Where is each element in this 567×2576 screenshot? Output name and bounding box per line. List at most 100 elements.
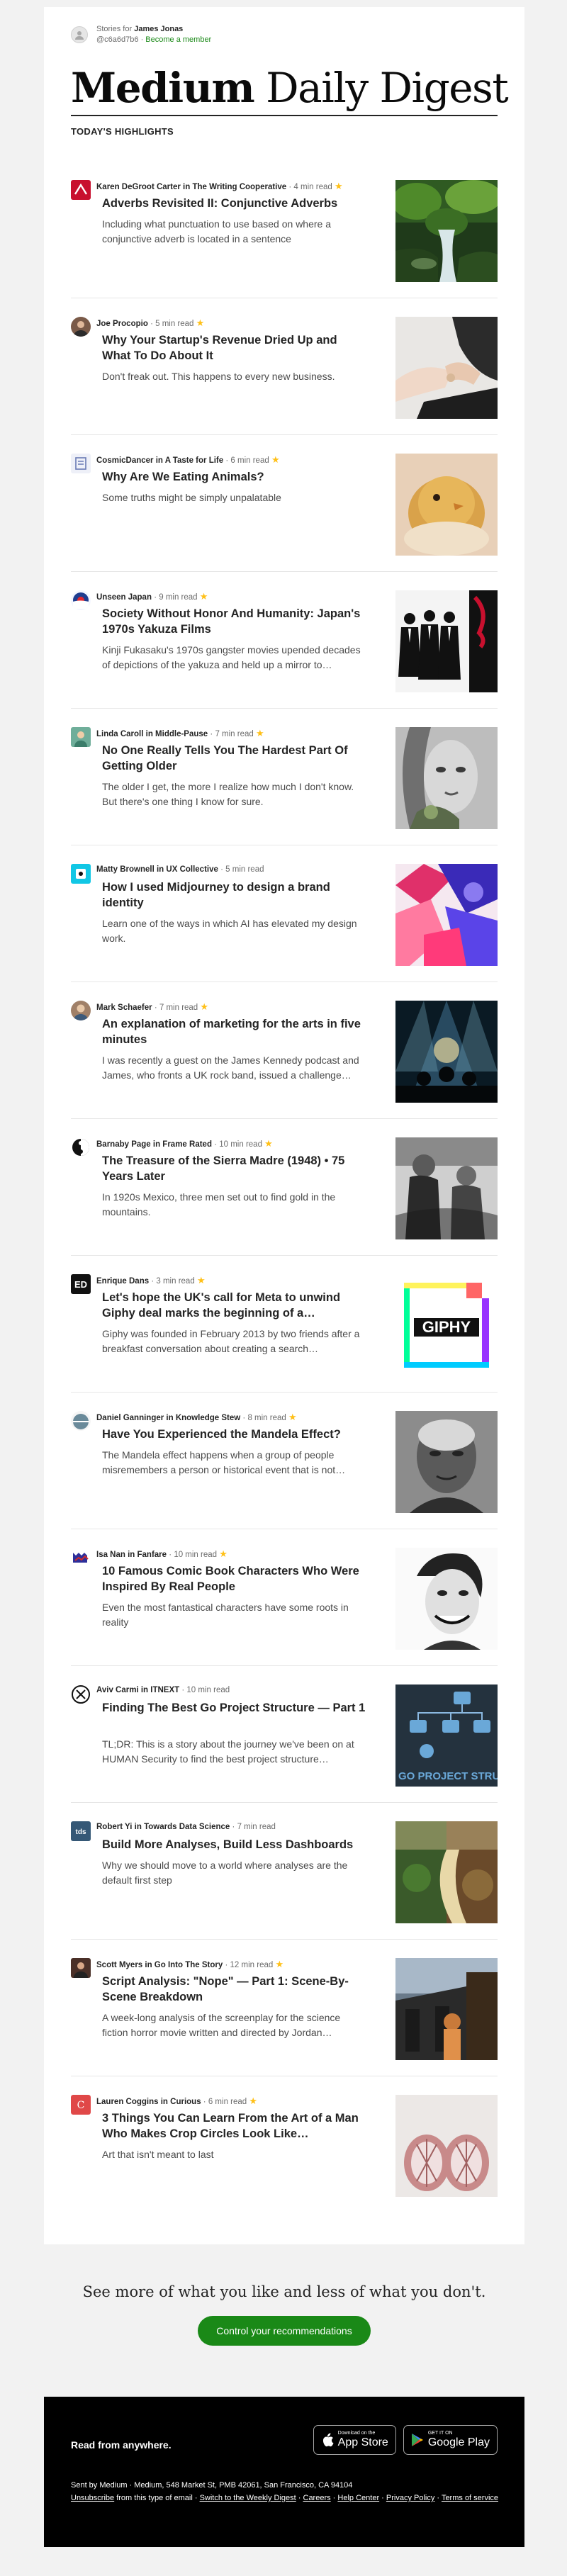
story-author[interactable]: Enrique Dans — [96, 1277, 149, 1286]
separator-dot: · — [169, 1551, 172, 1559]
story-author[interactable]: Unseen Japan — [96, 593, 152, 602]
story-title[interactable]: Why Your Startup's Revenue Dried Up and … — [102, 332, 369, 364]
publication-icon[interactable] — [71, 727, 91, 747]
story-subtitle: Kinji Fukasaku's 1970s gangster movies u… — [102, 644, 361, 670]
story-item[interactable]: Karen DeGroot Carter in The Writing Coop… — [71, 162, 498, 298]
app-store-badge[interactable]: Download on the App Store — [313, 2425, 396, 2455]
story-subtitle: Don't freak out. This happens to every n… — [102, 371, 335, 382]
story-title[interactable]: Script Analysis: "Nope" — Part 1: Scene-… — [102, 1974, 369, 2005]
story-thumbnail[interactable] — [395, 727, 498, 829]
publication-icon[interactable] — [71, 180, 91, 200]
story-thumbnail[interactable] — [395, 1548, 498, 1650]
story-title[interactable]: The Treasure of the Sierra Madre (1948) … — [102, 1153, 369, 1184]
story-title[interactable]: Let's hope the UK's call for Meta to unw… — [102, 1290, 369, 1321]
story-author[interactable]: Daniel Ganninger in Knowledge Stew — [96, 1414, 240, 1422]
publication-icon[interactable] — [71, 1684, 91, 1704]
publication-icon[interactable]: C — [71, 2095, 91, 2115]
story-subtitle: Why we should move to a world where anal… — [102, 1860, 348, 1886]
story-item[interactable]: tds Robert Yi in Towards Data Science · … — [71, 1803, 498, 1940]
story-item[interactable]: CosmicDancer in A Taste for Life · 6 min… — [71, 435, 498, 572]
privacy-policy-link[interactable]: Privacy Policy — [386, 2494, 434, 2502]
story-item[interactable]: Mark Schaefer · 7 min read ★ An explanat… — [71, 982, 498, 1119]
story-thumbnail[interactable]: GIPHY — [395, 1274, 498, 1376]
publication-icon[interactable] — [71, 864, 91, 884]
story-author[interactable]: Matty Brownell in UX Collective — [96, 865, 218, 874]
section-heading: TODAY'S HIGHLIGHTS — [71, 126, 174, 137]
story-thumbnail[interactable] — [395, 1821, 498, 1923]
google-play-badge[interactable]: GET IT ON Google Play — [403, 2425, 498, 2455]
story-title[interactable]: Finding The Best Go Project Structure — … — [102, 1700, 369, 1716]
story-thumbnail[interactable] — [395, 864, 498, 966]
story-item[interactable]: Daniel Ganninger in Knowledge Stew · 8 m… — [71, 1393, 498, 1529]
read-time: 8 min read — [247, 1414, 286, 1422]
become-member-link[interactable]: Become a member — [145, 35, 211, 44]
story-thumbnail[interactable] — [395, 454, 498, 556]
story-author[interactable]: Mark Schaefer — [96, 1003, 152, 1012]
story-author[interactable]: Aviv Carmi in ITNEXT — [96, 1686, 179, 1694]
story-author[interactable]: Linda Caroll in Middle-Pause — [96, 730, 208, 738]
story-thumbnail[interactable] — [395, 590, 498, 692]
story-title[interactable]: 3 Things You Can Learn From the Art of a… — [102, 2110, 369, 2142]
switch-weekly-link[interactable]: Switch to the Weekly Digest — [200, 2494, 296, 2502]
story-item[interactable]: C Lauren Coggins in Curious · 6 min read… — [71, 2076, 498, 2213]
story-item[interactable]: Scott Myers in Go Into The Story · 12 mi… — [71, 1940, 498, 2076]
read-anywhere-text: Read from anywhere. — [71, 2439, 172, 2451]
publication-icon[interactable] — [71, 1548, 91, 1568]
story-thumbnail[interactable]: GO PROJECT STRUC — [395, 1684, 498, 1787]
story-item[interactable]: Barnaby Page in Frame Rated · 10 min rea… — [71, 1119, 498, 1256]
story-item[interactable]: Isa Nan in Fanfare · 10 min read ★ 10 Fa… — [71, 1529, 498, 1666]
publication-icon[interactable] — [71, 1001, 91, 1020]
publication-icon[interactable] — [71, 454, 91, 473]
story-title[interactable]: Why Are We Eating Animals? — [102, 469, 369, 485]
read-time: 6 min read — [208, 2098, 247, 2106]
publication-icon[interactable] — [71, 590, 91, 610]
story-title[interactable]: No One Really Tells You The Hardest Part… — [102, 743, 369, 774]
story-title[interactable]: Society Without Honor And Humanity: Japa… — [102, 606, 369, 637]
unsubscribe-link[interactable]: Unsubscribe — [71, 2494, 114, 2502]
story-thumbnail[interactable] — [395, 1137, 498, 1239]
story-item[interactable]: Aviv Carmi in ITNEXT · 10 min read Findi… — [71, 1666, 498, 1803]
user-avatar-icon[interactable] — [71, 26, 88, 43]
story-title[interactable]: Build More Analyses, Build Less Dashboar… — [102, 1837, 369, 1852]
story-title[interactable]: 10 Famous Comic Book Characters Who Were… — [102, 1563, 369, 1594]
story-item[interactable]: Joe Procopio · 5 min read ★ Why Your Sta… — [71, 298, 498, 435]
story-item[interactable]: Matty Brownell in UX Collective · 5 min … — [71, 845, 498, 982]
publication-icon[interactable]: tds — [71, 1821, 91, 1841]
story-title[interactable]: Adverbs Revisited II: Conjunctive Adverb… — [102, 196, 369, 211]
terms-link[interactable]: Terms of service — [442, 2494, 498, 2502]
masthead-divider — [71, 115, 498, 116]
publication-icon[interactable] — [71, 317, 91, 337]
careers-link[interactable]: Careers — [303, 2494, 331, 2502]
story-item[interactable]: ED Enrique Dans · 3 min read ★ Let's hop… — [71, 1256, 498, 1393]
story-thumbnail[interactable] — [395, 180, 498, 282]
story-author[interactable]: Karen DeGroot Carter in The Writing Coop… — [96, 183, 286, 191]
publication-icon[interactable] — [71, 1137, 91, 1157]
story-title[interactable]: How I used Midjourney to design a brand … — [102, 879, 369, 911]
story-author[interactable]: Barnaby Page in Frame Rated — [96, 1140, 212, 1149]
story-thumbnail[interactable] — [395, 2095, 498, 2197]
story-author[interactable]: Isa Nan in Fanfare — [96, 1551, 167, 1559]
story-thumbnail[interactable] — [395, 1411, 498, 1513]
separator-dot: · — [154, 1003, 157, 1012]
story-title[interactable]: Have You Experienced the Mandela Effect? — [102, 1427, 369, 1442]
separator-dot: · — [288, 183, 292, 191]
story-author[interactable]: Scott Myers in Go Into The Story — [96, 1961, 223, 1969]
story-thumbnail[interactable] — [395, 1001, 498, 1103]
publication-icon[interactable] — [71, 1958, 91, 1978]
masthead-title[interactable]: Medium Daily Digest — [71, 65, 509, 111]
story-author[interactable]: Robert Yi in Towards Data Science — [96, 1823, 230, 1831]
story-author[interactable]: Joe Procopio — [96, 320, 148, 328]
story-subtitle: The Mandela effect happens when a group … — [102, 1449, 346, 1475]
story-thumbnail[interactable] — [395, 317, 498, 419]
read-time: 10 min read — [219, 1140, 262, 1149]
story-thumbnail[interactable] — [395, 1958, 498, 2060]
publication-icon[interactable]: ED — [71, 1274, 91, 1294]
story-title[interactable]: An explanation of marketing for the arts… — [102, 1016, 369, 1047]
story-item[interactable]: Linda Caroll in Middle-Pause · 7 min rea… — [71, 709, 498, 845]
story-author[interactable]: CosmicDancer in A Taste for Life — [96, 456, 223, 465]
publication-icon[interactable] — [71, 1411, 91, 1431]
control-recommendations-button[interactable]: Control your recommendations — [198, 2316, 371, 2346]
story-item[interactable]: Unseen Japan · 9 min read ★ Society With… — [71, 572, 498, 709]
help-center-link[interactable]: Help Center — [337, 2494, 379, 2502]
story-author[interactable]: Lauren Coggins in Curious — [96, 2098, 201, 2106]
